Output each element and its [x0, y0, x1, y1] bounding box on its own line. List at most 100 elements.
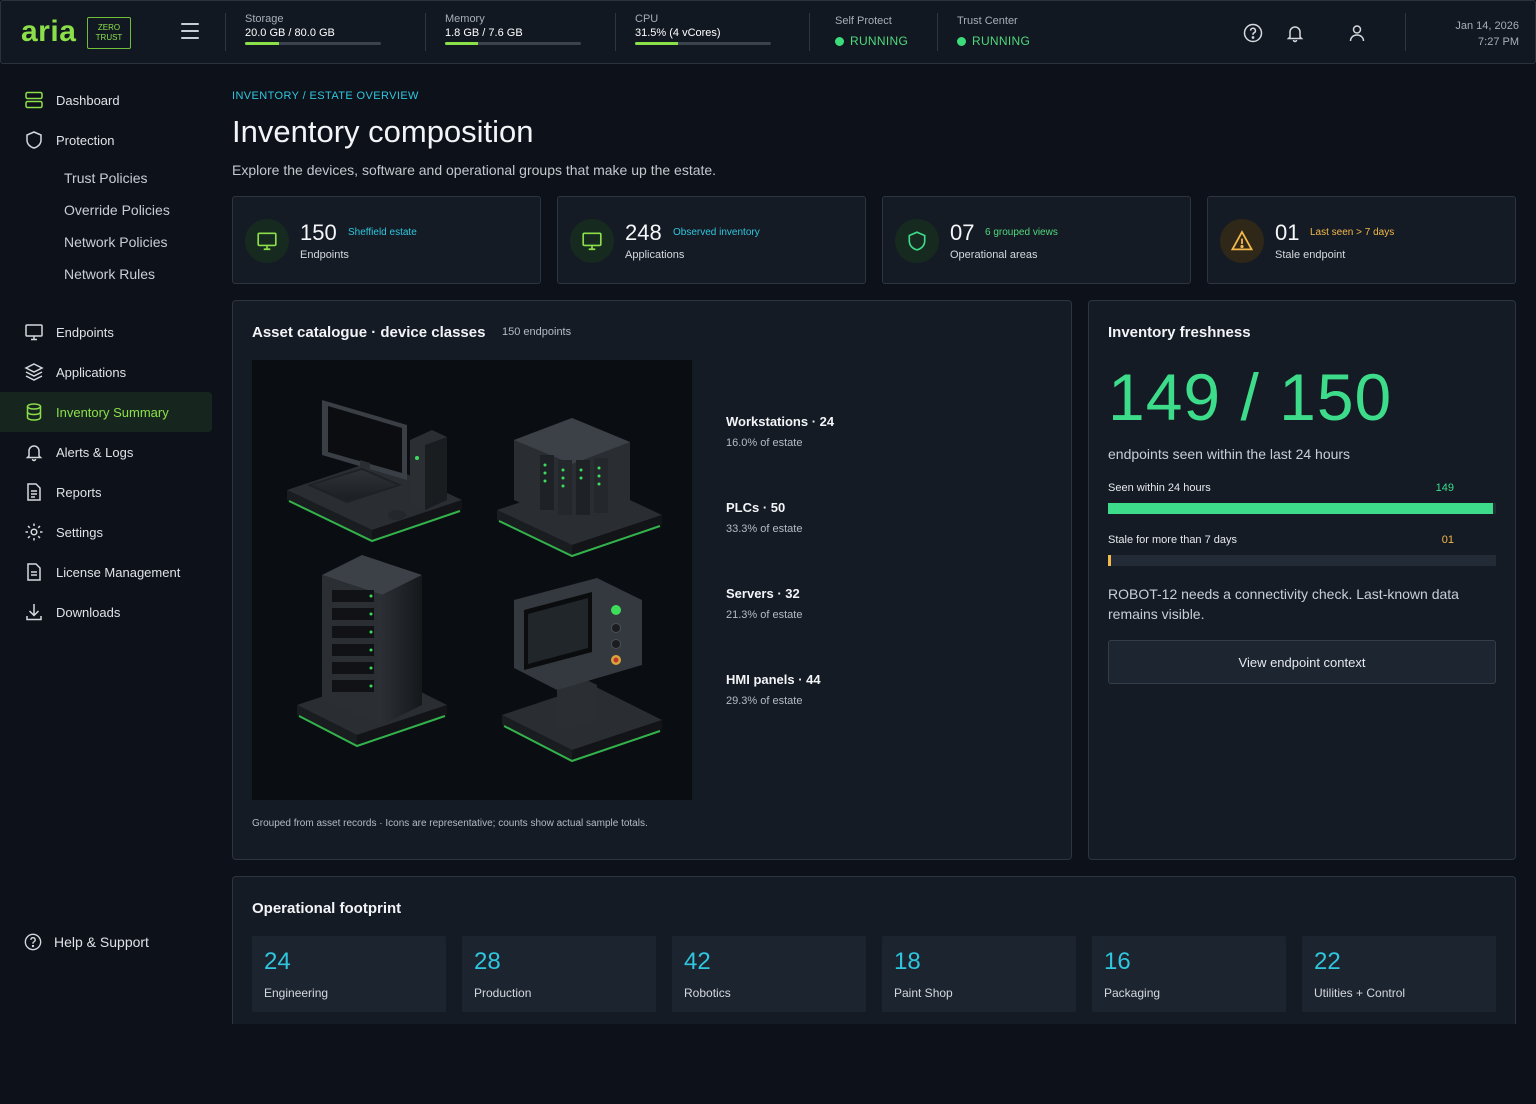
- plc-illustration: [497, 418, 662, 558]
- freshness-subtitle: endpoints seen within the last 24 hours: [1108, 446, 1351, 462]
- metric-value: 20.0 GB / 80.0 GB: [245, 27, 335, 39]
- gear-icon: [25, 523, 43, 541]
- stat-card-operational-areas[interactable]: 07 6 grouped views Operational areas: [882, 196, 1191, 284]
- area-tile-paint-shop[interactable]: 18 Paint Shop: [882, 936, 1076, 1012]
- metric-value: 31.5% (4 vCores): [635, 27, 721, 39]
- area-tile-packaging[interactable]: 16 Packaging: [1092, 936, 1286, 1012]
- area-name: Packaging: [1104, 986, 1161, 1000]
- status-dot-icon: [835, 36, 844, 46]
- top-bar: aria ZERO TRUST Storage 20.0 GB / 80.0 GB…: [0, 0, 1536, 64]
- stat-card-stale-endpoint[interactable]: 01 Last seen > 7 days Stale endpoint: [1207, 196, 1516, 284]
- trust-center-status[interactable]: Trust Center RUNNING: [957, 15, 1030, 48]
- endpoint-count: 150 endpoints: [502, 326, 572, 338]
- date: Jan 14, 2026: [1455, 20, 1519, 32]
- sidebar-item-license-management[interactable]: License Management: [0, 552, 212, 592]
- sidebar-item-reports[interactable]: Reports: [0, 472, 212, 512]
- sidebar-item-dashboard[interactable]: Dashboard: [0, 80, 212, 120]
- sidebar-item-label: Settings: [56, 524, 103, 540]
- stat-value: 01: [1275, 220, 1300, 245]
- sidebar-item-alerts-logs[interactable]: Alerts & Logs: [0, 432, 212, 472]
- shield-icon: [895, 219, 939, 263]
- sidebar-item-protection[interactable]: Protection: [0, 120, 212, 160]
- divider: [809, 13, 810, 51]
- sidebar-subitem-network-rules[interactable]: Network Rules: [64, 266, 155, 282]
- device-class-servers[interactable]: Servers · 32 21.3% of estate: [726, 586, 802, 621]
- metric-label: Storage: [245, 13, 284, 25]
- device-class-name: PLCs · 50: [726, 500, 786, 515]
- cpu-bar: [635, 42, 771, 45]
- panel-title: Inventory freshness: [1108, 324, 1251, 341]
- device-class-hmi-panels[interactable]: HMI panels · 44 29.3% of estate: [726, 672, 821, 707]
- area-tile-production[interactable]: 28 Production: [462, 936, 656, 1012]
- document-icon: [27, 483, 41, 501]
- sidebar-item-endpoints[interactable]: Endpoints: [0, 312, 212, 352]
- sidebar-item-settings[interactable]: Settings: [0, 512, 212, 552]
- self-protect-status[interactable]: Self Protect RUNNING: [835, 15, 908, 48]
- divider: [937, 13, 938, 51]
- stat-value: 248: [625, 220, 662, 245]
- device-classes-illustration: [252, 360, 692, 800]
- divider: [615, 13, 616, 51]
- server-icon: [25, 91, 43, 109]
- area-tile-utilities-control[interactable]: 22 Utilities + Control: [1302, 936, 1496, 1012]
- database-icon: [26, 403, 42, 421]
- app-logo[interactable]: aria: [21, 15, 76, 49]
- sidebar-item-inventory-summary[interactable]: Inventory Summary: [0, 392, 212, 432]
- breadcrumb[interactable]: INVENTORY / ESTATE OVERVIEW: [232, 90, 419, 102]
- help-icon[interactable]: [1243, 23, 1263, 43]
- bell-icon[interactable]: [1285, 23, 1305, 43]
- device-class-workstations[interactable]: Workstations · 24 16.0% of estate: [726, 414, 834, 449]
- cpu-metric: CPU 31.5% (4 vCores): [635, 13, 771, 45]
- device-class-name: Workstations · 24: [726, 414, 835, 429]
- device-class-pct: 16.0% of estate: [726, 437, 803, 449]
- monitor-icon: [25, 324, 43, 341]
- monitor-icon: [245, 219, 289, 263]
- stat-label: Applications: [625, 249, 685, 261]
- license-icon: [27, 563, 41, 581]
- bar-value: 01: [1441, 534, 1454, 546]
- panel-title: Operational footprint: [252, 900, 402, 917]
- sidebar-subitem-network-policies[interactable]: Network Policies: [64, 234, 167, 250]
- area-name: Robotics: [684, 986, 731, 1000]
- workstation-illustration: [287, 400, 462, 543]
- device-class-pct: 29.3% of estate: [726, 695, 803, 707]
- stat-card-endpoints[interactable]: 150 Sheffield estate Endpoints: [232, 196, 541, 284]
- storage-metric: Storage 20.0 GB / 80.0 GB: [245, 13, 381, 45]
- metric-label: CPU: [635, 13, 659, 25]
- view-endpoint-context-button[interactable]: View endpoint context: [1108, 640, 1496, 684]
- stat-label: Operational areas: [950, 249, 1038, 261]
- sidebar-subitem-trust-policies[interactable]: Trust Policies: [64, 170, 148, 186]
- metric-label: Memory: [445, 13, 485, 25]
- warning-icon: [1220, 219, 1264, 263]
- status-value: RUNNING: [835, 34, 908, 48]
- bar-value: 149: [1435, 482, 1454, 494]
- area-count: 42: [684, 948, 711, 975]
- stale-7d-bar: Stale for more than 7 days 01: [1108, 534, 1496, 566]
- menu-icon[interactable]: [181, 23, 199, 41]
- sidebar-subitem-override-policies[interactable]: Override Policies: [64, 202, 170, 218]
- bar-label: Stale for more than 7 days: [1108, 534, 1238, 546]
- sidebar-item-applications[interactable]: Applications: [0, 352, 212, 392]
- page-title: Inventory composition: [232, 114, 534, 149]
- divider: [225, 13, 226, 51]
- panel-title: Asset catalogue · device classes: [252, 324, 486, 341]
- area-count: 16: [1104, 948, 1131, 975]
- operational-footprint-panel: Operational footprint 24 Engineering 28 Pr…: [232, 876, 1516, 1024]
- memory-metric: Memory 1.8 GB / 7.6 GB: [445, 13, 581, 45]
- stat-value: 07: [950, 220, 975, 245]
- help-icon: [24, 933, 42, 951]
- datetime: Jan 14, 2026 7:27 PM: [1455, 18, 1519, 50]
- sidebar-item-downloads[interactable]: Downloads: [0, 592, 212, 632]
- stat-label: Stale endpoint: [1275, 249, 1346, 261]
- stat-card-applications[interactable]: 248 Observed inventory Applications: [557, 196, 866, 284]
- user-icon[interactable]: [1347, 23, 1367, 43]
- device-class-plcs[interactable]: PLCs · 50 33.3% of estate: [726, 500, 802, 535]
- help-support-link[interactable]: Help & Support: [0, 922, 212, 962]
- area-count: 18: [894, 948, 921, 975]
- area-tile-robotics[interactable]: 42 Robotics: [672, 936, 866, 1012]
- sidebar-item-label: Applications: [56, 364, 127, 380]
- bell-icon: [25, 445, 43, 462]
- inventory-freshness-panel: Inventory freshness 149 / 150 endpoints …: [1088, 300, 1516, 860]
- zero-trust-badge: ZERO TRUST: [87, 17, 131, 49]
- area-tile-engineering[interactable]: 24 Engineering: [252, 936, 446, 1012]
